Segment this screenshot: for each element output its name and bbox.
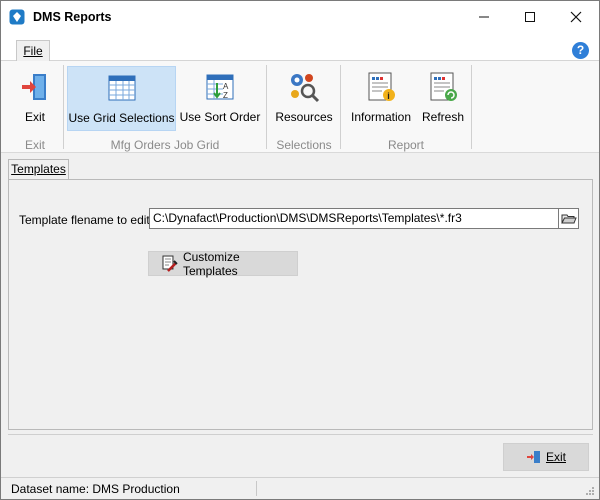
minimize-icon xyxy=(479,16,489,18)
exit-door-icon xyxy=(22,74,46,100)
template-filename-label: Template flename to edit: xyxy=(19,213,154,227)
svg-text:i: i xyxy=(387,91,390,101)
status-separator xyxy=(256,481,257,496)
file-tab-label: File xyxy=(23,44,43,58)
resize-grip-icon[interactable] xyxy=(585,486,595,496)
use-grid-selections-button[interactable]: Use Grid Selections xyxy=(67,66,176,131)
customize-templates-button[interactable]: Customize Templates xyxy=(148,249,298,278)
help-icon[interactable]: ? xyxy=(572,42,589,59)
customize-templates-label: Customize Templates xyxy=(182,249,240,278)
file-tab[interactable]: File xyxy=(16,40,50,62)
group-label-mfg-orders: Mfg Orders Job Grid xyxy=(110,138,220,152)
window-controls xyxy=(461,1,599,33)
ribbon: Exit Exit Use Grid Selections A Z Use So xyxy=(1,61,599,153)
sort-az-icon: A Z xyxy=(206,74,234,100)
report-refresh-icon xyxy=(430,72,457,101)
use-grid-selections-label: Use Grid Selections xyxy=(68,111,175,125)
close-icon xyxy=(570,11,582,23)
bottom-button-bar: Exit xyxy=(8,434,593,476)
exit-button[interactable]: Exit xyxy=(503,443,589,471)
ribbon-separator xyxy=(471,65,472,149)
group-label-report: Report xyxy=(387,138,425,152)
use-sort-order-button[interactable]: A Z Use Sort Order xyxy=(177,66,263,131)
ribbon-exit-button[interactable]: Exit xyxy=(9,66,61,131)
template-path-input[interactable]: C:\Dynafact\Production\DMS\DMSReports\Te… xyxy=(149,208,559,229)
templates-panel: Template flename to edit: C:\Dynafact\Pr… xyxy=(8,179,593,430)
ribbon-tab-row: File ? xyxy=(1,33,599,62)
group-label-exit: Exit xyxy=(24,138,45,152)
window-title: DMS Reports xyxy=(33,10,112,24)
close-button[interactable] xyxy=(553,1,599,33)
ribbon-separator xyxy=(63,65,64,149)
status-bar: Dataset name: DMS Production xyxy=(1,477,599,499)
customize-tools-icon xyxy=(162,255,178,272)
ribbon-separator xyxy=(266,65,267,149)
refresh-button[interactable]: Refresh xyxy=(419,66,467,131)
information-button[interactable]: i Information xyxy=(345,66,417,131)
ribbon-separator xyxy=(340,65,341,149)
browse-button[interactable] xyxy=(558,208,579,229)
information-label: Information xyxy=(350,110,412,124)
tab-templates-label: Templates xyxy=(11,162,66,176)
resources-gears-icon xyxy=(291,74,320,103)
resources-label: Resources xyxy=(275,110,333,124)
svg-text:A: A xyxy=(223,82,229,91)
svg-text:Z: Z xyxy=(223,91,228,100)
exit-door-icon xyxy=(526,451,540,463)
minimize-button[interactable] xyxy=(461,1,507,33)
maximize-icon xyxy=(525,12,535,22)
resources-button[interactable]: Resources xyxy=(271,66,337,131)
tab-templates[interactable]: Templates xyxy=(8,159,69,180)
title-bar: DMS Reports xyxy=(1,1,599,33)
maximize-button[interactable] xyxy=(507,1,553,33)
app-icon xyxy=(9,9,25,25)
main-window: DMS Reports File ? Exit Exit Use Grid Se… xyxy=(0,0,600,500)
group-label-selections: Selections xyxy=(276,138,332,152)
folder-open-icon xyxy=(561,214,577,224)
exit-button-label: Exit xyxy=(545,450,566,464)
use-sort-order-label: Use Sort Order xyxy=(179,110,261,124)
refresh-label: Refresh xyxy=(421,110,465,124)
dataset-name-status: Dataset name: DMS Production xyxy=(11,482,180,496)
ribbon-exit-label: Exit xyxy=(24,110,45,124)
report-information-icon: i xyxy=(368,72,395,101)
grid-table-icon xyxy=(108,75,135,101)
